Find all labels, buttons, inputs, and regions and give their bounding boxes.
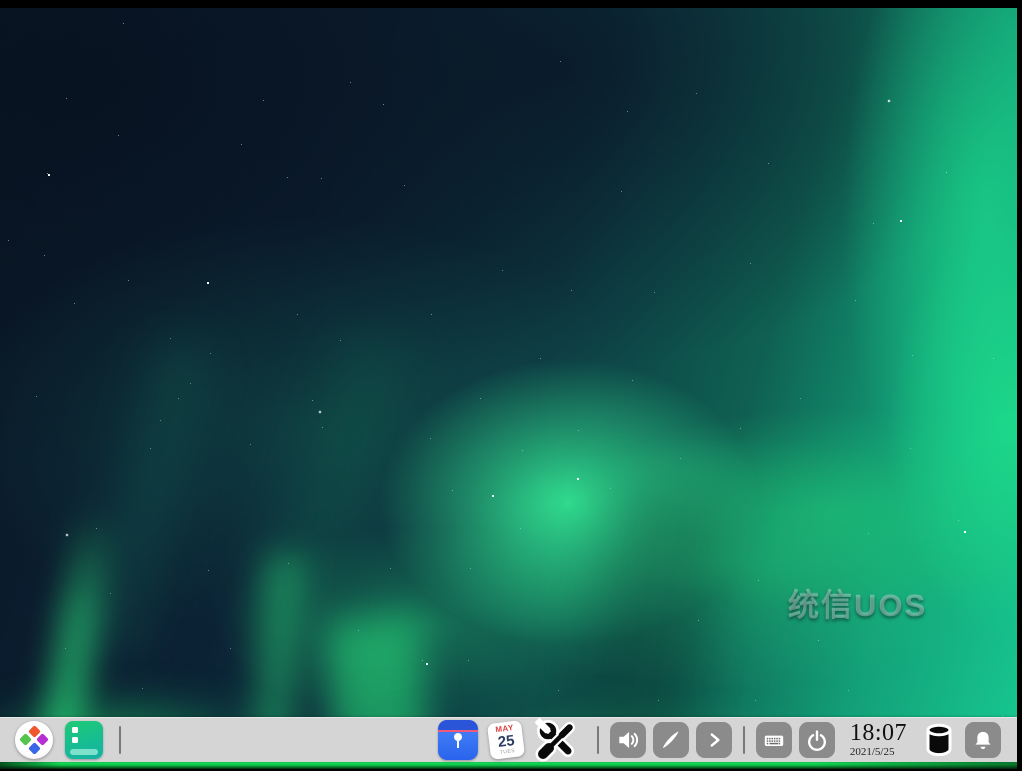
- clock-date: 2021/5/25: [850, 747, 907, 758]
- dock-separator: [119, 726, 121, 754]
- crossed-tools-icon: [535, 718, 579, 762]
- keyboard-icon: [761, 727, 787, 753]
- pen-button[interactable]: [653, 722, 689, 758]
- notifications-button[interactable]: [965, 722, 1001, 758]
- file-manager-button[interactable]: [438, 720, 478, 760]
- trash-button[interactable]: [920, 720, 958, 760]
- screen: 统信UOS MAY 25: [0, 0, 1022, 771]
- uos-watermark: 统信UOS: [788, 580, 927, 625]
- launcher-icon: [36, 733, 49, 746]
- clock-time: 18:07: [850, 721, 907, 745]
- control-center-button[interactable]: [534, 718, 580, 762]
- volume-icon: [615, 727, 641, 753]
- tray-separator: [597, 726, 599, 754]
- onscreen-keyboard-button[interactable]: [756, 722, 792, 758]
- pen-icon: [658, 727, 684, 753]
- aurora-streak: [255, 335, 414, 642]
- launcher-button[interactable]: [15, 721, 53, 759]
- launchpad-icon: [72, 727, 78, 733]
- power-button[interactable]: [799, 722, 835, 758]
- desktop-wallpaper[interactable]: 统信UOS: [0, 8, 1017, 769]
- file-manager-icon: [438, 720, 478, 732]
- file-manager-icon: [454, 733, 462, 741]
- power-icon: [804, 727, 830, 753]
- taskbar: MAY 25 TUES: [0, 717, 1017, 762]
- launcher-icon: [28, 742, 41, 755]
- bell-icon: [970, 727, 996, 753]
- chevron-right-icon: [701, 727, 727, 753]
- launchpad-icon: [72, 737, 78, 743]
- calendar-button[interactable]: MAY 25 TUES: [486, 720, 524, 760]
- calendar-weekday: TUES: [499, 748, 515, 755]
- launchpad-icon: [70, 749, 98, 755]
- dock-app-group: MAY 25 TUES: [438, 717, 580, 762]
- launchpad-button[interactable]: [65, 721, 103, 759]
- clock[interactable]: 18:07 2021/5/25: [850, 721, 907, 758]
- aurora-streak: [82, 335, 218, 660]
- launcher-icon: [19, 733, 32, 746]
- tray-expand-button[interactable]: [696, 722, 732, 758]
- dock-tray-group: 18:07 2021/5/25: [593, 717, 1001, 762]
- trash-icon: [922, 721, 956, 759]
- dock-left-group: [15, 717, 125, 762]
- calendar-day: 25: [496, 733, 514, 750]
- tray-separator: [743, 726, 745, 754]
- bright-stars: [0, 8, 2, 10]
- volume-button[interactable]: [610, 722, 646, 758]
